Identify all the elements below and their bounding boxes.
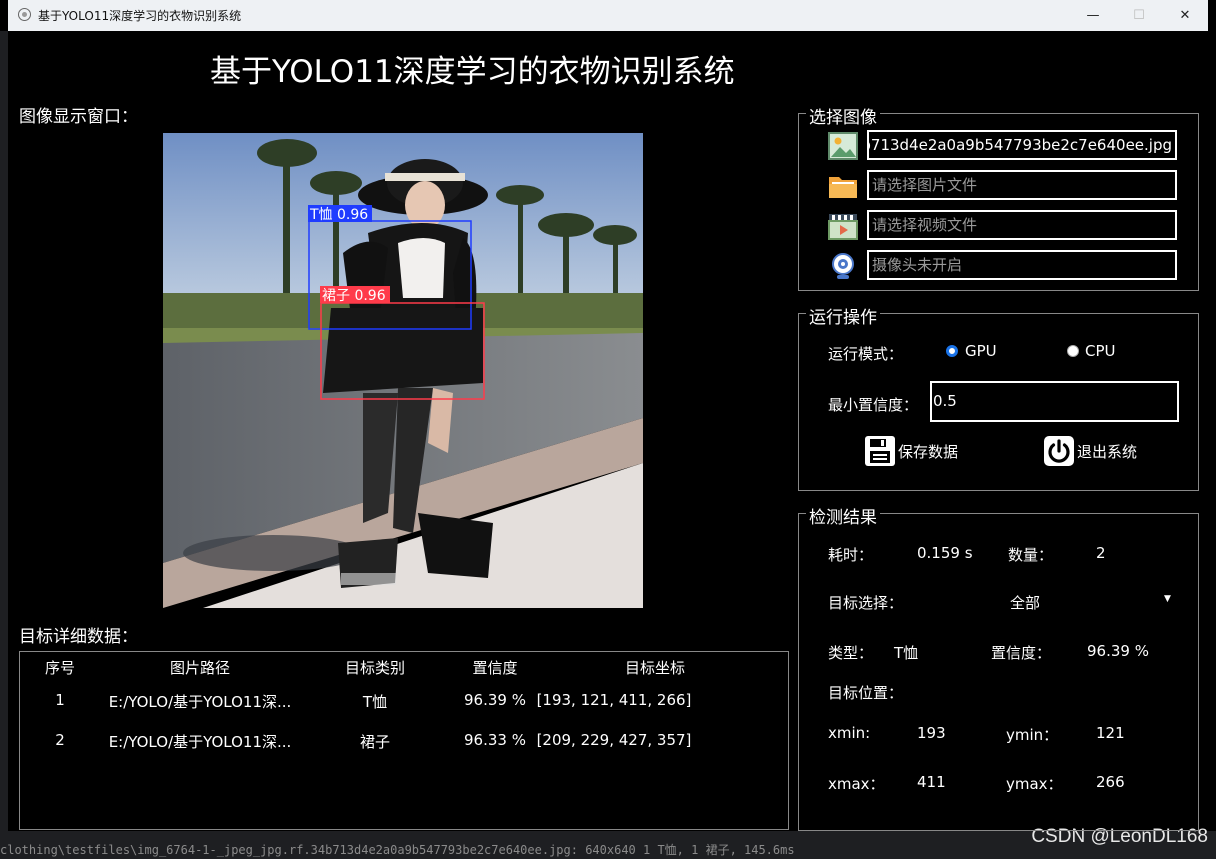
video-icon[interactable] <box>827 210 859 242</box>
ymin-label: ymin： <box>1006 726 1059 744</box>
image-file-input[interactable]: 请选择图片文件 <box>867 170 1177 200</box>
target-select-label: 目标选择： <box>828 594 904 612</box>
detection-results-title: 检测结果 <box>806 503 880 528</box>
image-icon[interactable] <box>827 130 859 162</box>
confidence-label: 置信度： <box>991 644 1052 662</box>
app-icon <box>18 8 31 21</box>
window-titlebar[interactable]: 基于YOLO11深度学习的衣物识别系统 — ☐ ✕ <box>8 0 1208 31</box>
confidence-value: 96.39 % <box>1087 642 1149 660</box>
save-icon <box>865 436 895 466</box>
power-icon <box>1044 436 1074 466</box>
minimize-button[interactable]: — <box>1070 0 1116 31</box>
table-cell-coords: [193, 121, 411, 266] <box>536 691 692 709</box>
run-operations-title: 运行操作 <box>806 303 880 328</box>
elapsed-time-value: 0.159 s <box>917 544 973 562</box>
column-header-path[interactable]: 图片路径 <box>170 657 230 678</box>
detail-table[interactable]: 序号 图片路径 目标类别 置信度 目标坐标 1 E:/YOLO/基于YOLO11… <box>19 651 789 830</box>
chevron-down-icon: ▼ <box>1164 594 1171 604</box>
table-cell-path: E:/YOLO/基于YOLO11深... <box>108 733 292 751</box>
page-title: 基于YOLO11深度学习的衣物识别系统 <box>210 54 735 90</box>
min-confidence-label: 最小置信度： <box>828 396 919 414</box>
image-path-field[interactable]: img_6764-1-_jpeg_jpg.rf.34b713d4e2a0a9b5… <box>867 130 1177 160</box>
table-cell-confidence: 96.33 % <box>464 731 526 749</box>
min-confidence-input[interactable]: 0.5 <box>930 381 1179 422</box>
target-select-value: 全部 <box>1010 594 1041 612</box>
table-cell-path: E:/YOLO/基于YOLO11深... <box>108 693 292 711</box>
target-position-label: 目标位置： <box>828 684 904 702</box>
ymax-label: ymax： <box>1006 775 1063 793</box>
background-ide-strip <box>0 31 8 831</box>
ymin-value: 121 <box>1096 724 1125 742</box>
cpu-radio[interactable] <box>1067 345 1079 357</box>
video-file-input[interactable]: 请选择视频文件 <box>867 210 1177 240</box>
image-display-label: 图像显示窗口： <box>19 107 138 127</box>
column-header-class[interactable]: 目标类别 <box>345 657 405 678</box>
table-cell-confidence: 96.39 % <box>464 691 526 709</box>
folder-icon[interactable] <box>827 170 859 202</box>
background-console-line: clothing\testfiles\img_6764-1-_jpeg_jpg.… <box>0 843 795 857</box>
detail-data-label: 目标详细数据： <box>19 627 138 647</box>
xmax-label: xmax： <box>828 775 885 793</box>
save-data-label: 保存数据 <box>898 442 959 461</box>
type-label: 类型： <box>828 644 874 662</box>
table-cell-index: 1 <box>55 691 65 709</box>
column-header-confidence[interactable]: 置信度 <box>472 657 517 678</box>
target-select-dropdown[interactable]: 全部 ▼ <box>1010 590 1180 612</box>
image-display: T恤 0.96 裙子 0.96 <box>163 133 643 608</box>
camera-status-field[interactable]: 摄像头未开启 <box>867 250 1177 280</box>
detection-image: T恤 0.96 裙子 0.96 <box>163 133 643 608</box>
table-cell-index: 2 <box>55 731 65 749</box>
count-label: 数量： <box>1008 546 1054 564</box>
detection-label-tshirt: T恤 0.96 <box>309 207 368 223</box>
run-mode-label: 运行模式： <box>828 345 904 363</box>
ymax-value: 266 <box>1096 773 1125 791</box>
xmin-value: 193 <box>917 724 946 742</box>
gpu-radio[interactable] <box>946 345 958 357</box>
camera-icon[interactable] <box>827 250 859 282</box>
count-value: 2 <box>1096 544 1106 562</box>
exit-system-button[interactable]: 退出系统 <box>1043 435 1137 467</box>
save-data-button[interactable]: 保存数据 <box>864 435 958 467</box>
detection-label-skirt: 裙子 0.96 <box>322 288 386 304</box>
gpu-radio-label[interactable]: GPU <box>965 342 997 360</box>
window-title: 基于YOLO11深度学习的衣物识别系统 <box>38 9 242 23</box>
cpu-radio-label[interactable]: CPU <box>1085 342 1116 360</box>
type-value: T恤 <box>894 644 919 662</box>
xmax-value: 411 <box>917 773 946 791</box>
exit-system-label: 退出系统 <box>1077 442 1138 461</box>
table-cell-class: T恤 <box>362 693 388 711</box>
column-header-index[interactable]: 序号 <box>45 657 75 678</box>
column-header-coords[interactable]: 目标坐标 <box>625 657 685 678</box>
close-button[interactable]: ✕ <box>1162 0 1208 31</box>
elapsed-time-label: 耗时： <box>828 546 874 564</box>
xmin-label: xmin: <box>828 724 871 742</box>
maximize-button[interactable]: ☐ <box>1116 0 1162 31</box>
select-image-title: 选择图像 <box>806 103 880 128</box>
table-cell-coords: [209, 229, 427, 357] <box>536 731 692 749</box>
table-cell-class: 裙子 <box>359 733 391 751</box>
